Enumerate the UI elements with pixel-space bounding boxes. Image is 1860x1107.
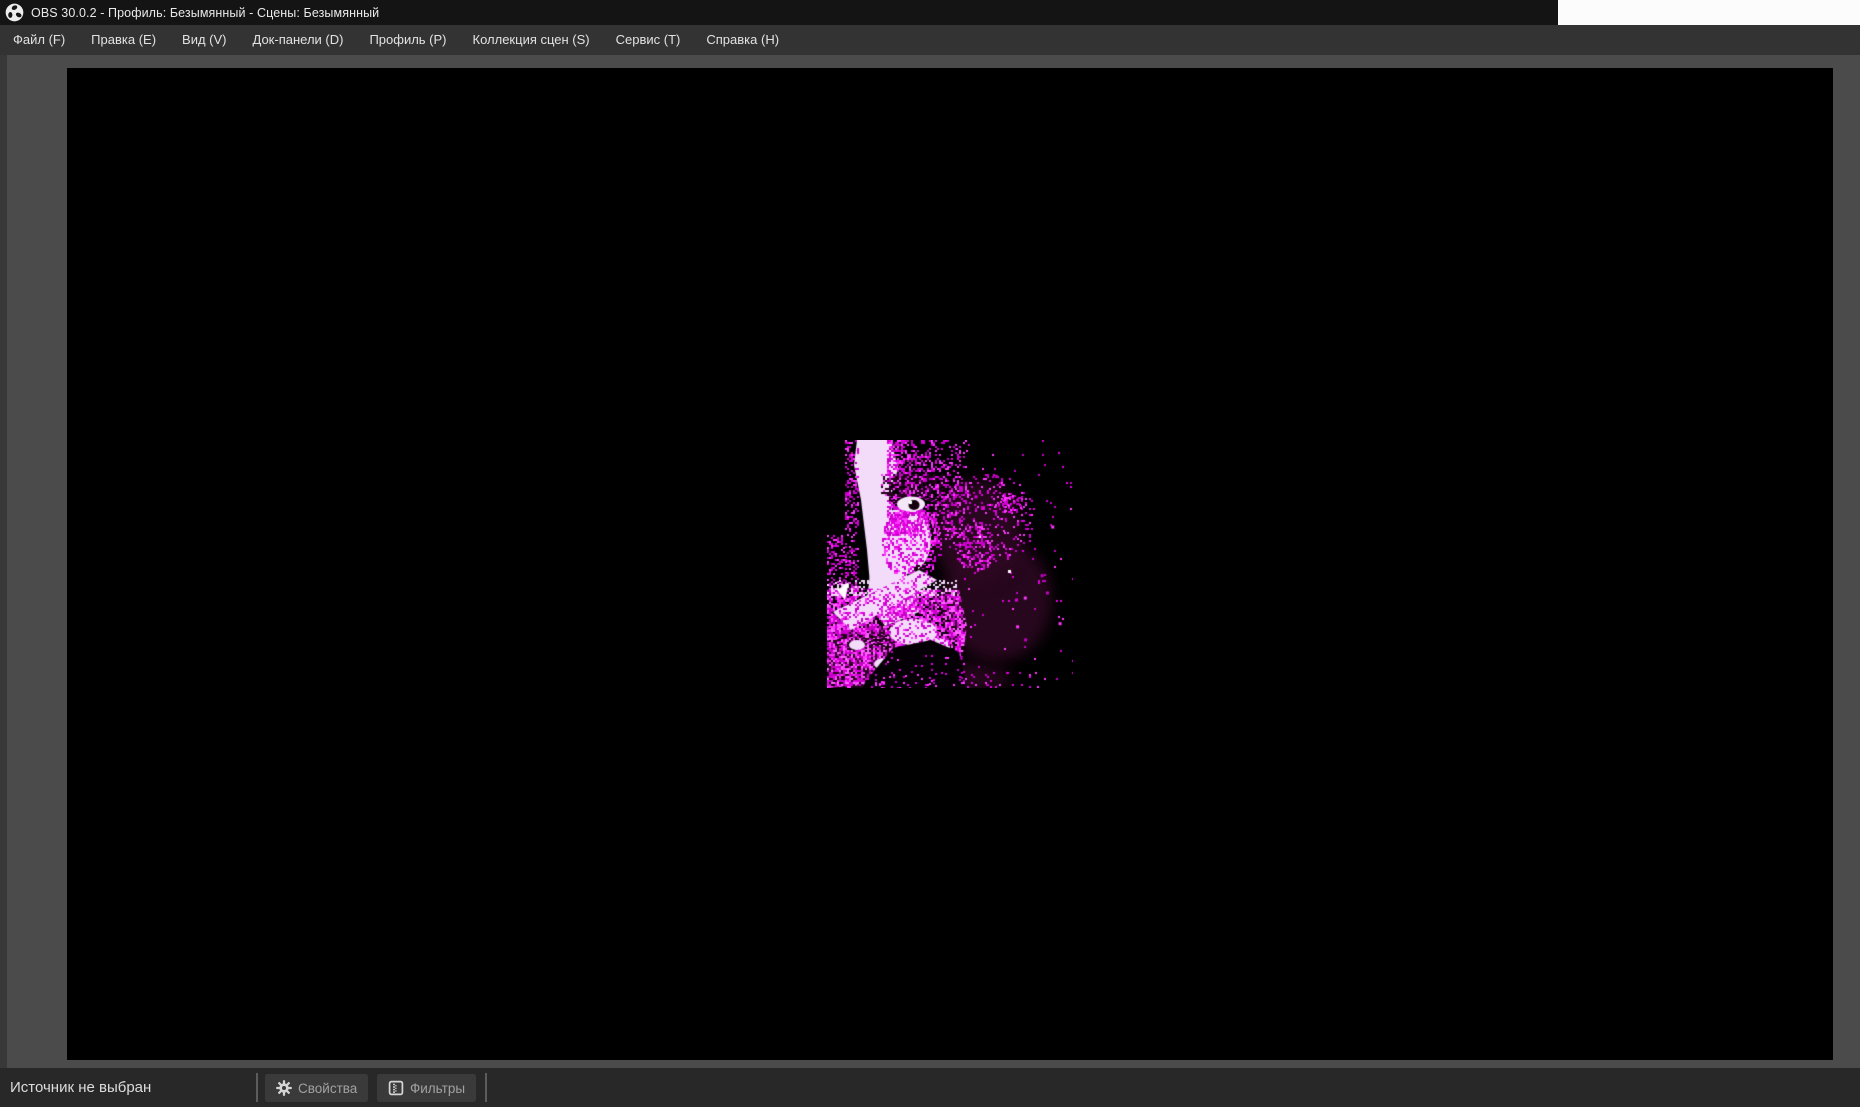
- menu-item-docks[interactable]: Док-панели (D): [240, 25, 357, 55]
- filter-icon: [388, 1080, 404, 1096]
- dock-edge: [0, 55, 7, 1068]
- toolbar-separator: [485, 1073, 487, 1102]
- desktop-background-strip: [1558, 0, 1860, 25]
- source-image[interactable]: [827, 440, 1073, 688]
- menu-item-view[interactable]: Вид (V): [169, 25, 239, 55]
- source-status-text: Источник не выбран: [10, 1079, 152, 1096]
- gear-icon: [276, 1080, 292, 1096]
- menu-item-edit[interactable]: Правка (E): [78, 25, 169, 55]
- window-title: OBS 30.0.2 - Профиль: Безымянный - Сцены…: [31, 5, 380, 20]
- menu-bar: Файл (F) Правка (E) Вид (V) Док-панели (…: [0, 25, 1860, 55]
- properties-button-label: Свойства: [298, 1080, 358, 1096]
- menu-item-profile[interactable]: Профиль (P): [356, 25, 459, 55]
- menu-item-help[interactable]: Справка (H): [693, 25, 792, 55]
- toolbar-separator: [256, 1073, 258, 1102]
- menu-item-file[interactable]: Файл (F): [0, 25, 78, 55]
- menu-item-scene-collection[interactable]: Коллекция сцен (S): [460, 25, 603, 55]
- preview-canvas[interactable]: [67, 68, 1833, 1060]
- menu-item-tools[interactable]: Сервис (T): [603, 25, 694, 55]
- obs-logo-icon: [5, 3, 24, 22]
- properties-button[interactable]: Свойства: [265, 1074, 369, 1102]
- filters-button-label: Фильтры: [410, 1080, 466, 1096]
- workspace: [0, 55, 1860, 1068]
- title-bar: OBS 30.0.2 - Профиль: Безымянный - Сцены…: [0, 0, 1860, 25]
- filters-button[interactable]: Фильтры: [377, 1074, 477, 1102]
- source-toolbar: Источник не выбран Свойства Фильтры: [0, 1068, 1860, 1107]
